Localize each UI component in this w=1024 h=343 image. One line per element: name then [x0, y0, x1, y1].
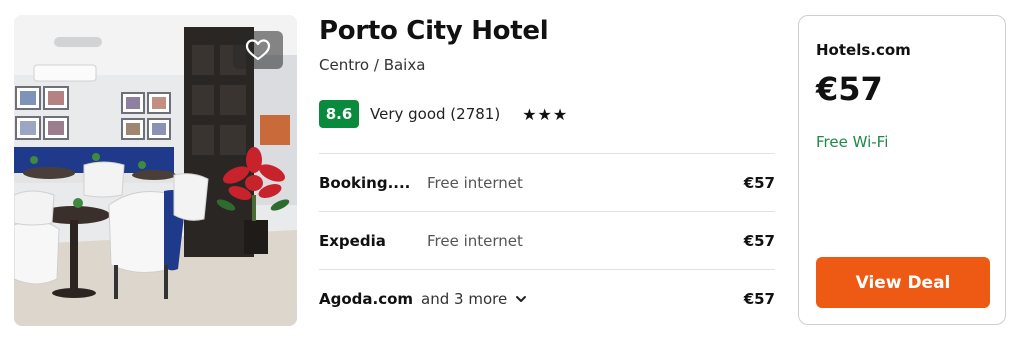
offer-row-expedia[interactable]: Expedia Free internet €57: [319, 211, 775, 269]
deal-provider: Hotels.com: [816, 41, 911, 59]
offer-provider: Expedia: [319, 231, 386, 250]
rating-row: 8.6 Very good (2781) ★★★: [319, 100, 568, 128]
offer-provider: Agoda.com: [319, 289, 414, 308]
chevron-down-icon: [515, 295, 527, 303]
best-deal-panel[interactable]: Hotels.com €57 Free Wi-Fi View Deal: [798, 15, 1006, 325]
rating-score-badge: 8.6: [319, 100, 359, 128]
offer-price: €57: [743, 231, 775, 250]
hotel-result-card: Porto City Hotel Centro / Baixa 8.6 Very…: [0, 0, 1024, 343]
deal-amenity: Free Wi-Fi: [816, 133, 889, 151]
view-deal-button[interactable]: View Deal: [816, 257, 990, 308]
favorite-button[interactable]: [233, 31, 283, 69]
offer-provider: Booking....: [319, 173, 411, 192]
hotel-name[interactable]: Porto City Hotel: [319, 16, 549, 46]
more-offers-toggle[interactable]: and 3 more: [421, 290, 527, 308]
star-rating: ★★★: [522, 104, 569, 124]
rating-text[interactable]: Very good (2781): [370, 105, 500, 123]
deal-price: €57: [816, 70, 883, 108]
offer-row-booking[interactable]: Booking.... Free internet €57: [319, 153, 775, 211]
more-offers-label: and 3 more: [421, 289, 508, 308]
offer-row-agoda[interactable]: Agoda.com and 3 more €57: [319, 269, 775, 327]
offer-price: €57: [743, 289, 775, 308]
heart-outline-icon: [245, 39, 271, 61]
offer-note: Free internet: [427, 231, 523, 250]
offer-list: Booking.... Free internet €57 Expedia Fr…: [319, 153, 775, 327]
offer-note: Free internet: [427, 173, 523, 192]
offer-price: €57: [743, 173, 775, 192]
hotel-location[interactable]: Centro / Baixa: [319, 56, 425, 74]
